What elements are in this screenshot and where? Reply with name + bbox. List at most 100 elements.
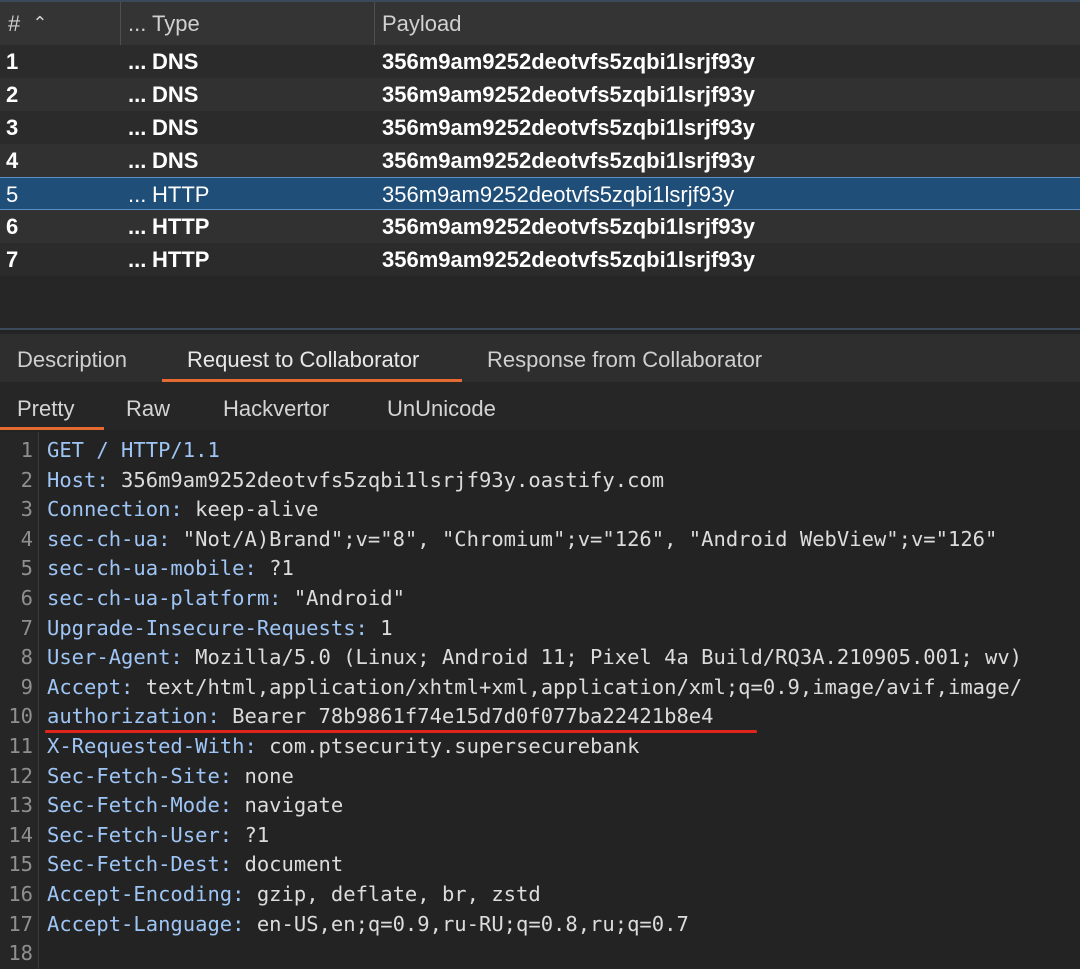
- request-line: 14 Sec-Fetch-User: ?1: [0, 821, 1080, 851]
- row-time-truncated: ...: [128, 214, 147, 239]
- view-tabs: Pretty Raw Hackvertor UnUnicode: [0, 382, 1080, 430]
- table-divider[interactable]: [0, 328, 1080, 330]
- table-row[interactable]: 6... HTTP 356m9am9252deotvfs5zqbi1lsrjf93y: [0, 210, 1080, 243]
- column-header-number[interactable]: # ⌃: [8, 2, 47, 45]
- row-type: HTTP: [152, 182, 210, 207]
- table-row[interactable]: 7... HTTP 356m9am9252deotvfs5zqbi1lsrjf93y: [0, 243, 1080, 276]
- line-number: 8: [20, 645, 33, 670]
- line-content: Accept-Language: en-US,en;q=0.9,ru-RU;q=…: [47, 910, 689, 940]
- line-content: sec-ch-ua-platform: "Android": [47, 584, 405, 614]
- line-number: 16: [8, 882, 33, 906]
- row-number: 4: [6, 148, 19, 173]
- line-number: 1: [20, 438, 33, 462]
- line-content: Host: 356m9am9252deotvfs5zqbi1lsrjf93y.o…: [47, 466, 664, 496]
- row-type: DNS: [152, 82, 199, 107]
- line-content: Upgrade-Insecure-Requests: 1: [47, 614, 393, 644]
- table-row[interactable]: 2... DNS 356m9am9252deotvfs5zqbi1lsrjf93y: [0, 78, 1080, 111]
- request-line: 7 Upgrade-Insecure-Requests: 1: [0, 614, 1080, 644]
- row-type: HTTP: [152, 214, 210, 239]
- line-content: GET / HTTP/1.1: [47, 436, 220, 466]
- row-number: 6: [6, 214, 19, 239]
- header-name: Host:: [47, 467, 109, 492]
- request-line: 1 GET / HTTP/1.1: [0, 436, 1080, 466]
- row-time-truncated: ...: [128, 247, 147, 272]
- sort-ascending-icon[interactable]: ⌃: [32, 13, 47, 33]
- row-payload: 356m9am9252deotvfs5zqbi1lsrjf93y: [382, 49, 755, 74]
- header-value: ?1: [232, 822, 270, 847]
- request-line: 3 Connection: keep-alive: [0, 495, 1080, 525]
- table-row[interactable]: 5... HTTP 356m9am9252deotvfs5zqbi1lsrjf93y: [0, 177, 1080, 210]
- interactions-table: # ⌃ ... Type Payload 1... DNS 356m9am9252d…: [0, 0, 1080, 330]
- request-line: 11 X-Requested-With: com.ptsecurity.super…: [0, 732, 1080, 762]
- row-type: DNS: [152, 49, 199, 74]
- request-line: 15 Sec-Fetch-Dest: document: [0, 850, 1080, 880]
- row-time-truncated: ...: [128, 182, 147, 207]
- detail-tabs: Description Request to Collaborator Resp…: [0, 334, 1080, 382]
- row-payload: 356m9am9252deotvfs5zqbi1lsrjf93y: [382, 148, 755, 173]
- request-line: 16 Accept-Encoding: gzip, deflate, br, zs…: [0, 880, 1080, 910]
- header-value: none: [232, 763, 294, 788]
- header-value: ?1: [256, 556, 294, 581]
- line-number: 17: [8, 911, 33, 936]
- row-payload: 356m9am9252deotvfs5zqbi1lsrjf93y: [382, 214, 755, 239]
- tab-raw[interactable]: Raw: [126, 382, 170, 430]
- line-number: 14: [8, 822, 33, 847]
- row-number: 7: [6, 247, 19, 272]
- header-name: sec-ch-ua-platform:: [47, 586, 282, 610]
- tab-description[interactable]: Description: [17, 334, 127, 382]
- header-name: Sec-Fetch-User:: [47, 822, 233, 847]
- line-number: 13: [8, 793, 33, 818]
- header-name: X-Requested-With:: [47, 734, 257, 758]
- header-name: Accept:: [47, 674, 134, 699]
- header-name: Accept-Language:: [47, 911, 245, 936]
- header-name: sec-ch-ua:: [47, 526, 171, 551]
- tab-request-to-collaborator[interactable]: Request to Collaborator: [187, 334, 419, 382]
- column-separator[interactable]: [374, 2, 375, 45]
- request-line: 13 Sec-Fetch-Mode: navigate: [0, 791, 1080, 821]
- column-header-type[interactable]: Type: [152, 2, 200, 45]
- line-number: 18: [8, 941, 33, 966]
- request-line: 5 sec-ch-ua-mobile: ?1: [0, 554, 1080, 584]
- column-header-time[interactable]: ...: [128, 2, 146, 45]
- table-row[interactable]: 3... DNS 356m9am9252deotvfs5zqbi1lsrjf93y: [0, 111, 1080, 144]
- tab-pretty[interactable]: Pretty: [17, 382, 74, 430]
- row-number: 5: [6, 182, 19, 207]
- table-header: # ⌃ ... Type Payload: [0, 0, 1080, 45]
- column-header-payload[interactable]: Payload: [382, 2, 462, 45]
- header-value: 1: [367, 615, 393, 640]
- header-value: Bearer 78b9861f74e15d7d0f077ba22421b8e4: [219, 704, 714, 729]
- line-content: authorization: Bearer 78b9861f74e15d7d0f…: [47, 702, 713, 732]
- header-value: navigate: [232, 793, 344, 818]
- tab-hackvertor[interactable]: Hackvertor: [223, 382, 329, 430]
- line-content: Connection: keep-alive: [47, 495, 319, 525]
- line-content: X-Requested-With: com.ptsecurity.superse…: [47, 732, 639, 762]
- line-content: Sec-Fetch-Dest: document: [47, 850, 343, 880]
- request-editor[interactable]: 1 GET / HTTP/1.1 2 Host: 356m9am9252deotvfs…: [0, 432, 1080, 969]
- table-row[interactable]: 1... DNS 356m9am9252deotvfs5zqbi1lsrjf93y: [0, 45, 1080, 78]
- header-value: com.ptsecurity.supersecurebank: [256, 734, 640, 758]
- line-number: 2: [20, 467, 33, 492]
- line-number: 3: [20, 497, 33, 522]
- line-content: User-Agent: Mozilla/5.0 (Linux; Android …: [47, 643, 1022, 673]
- row-type: HTTP: [152, 247, 210, 272]
- header-name: Upgrade-Insecure-Requests:: [47, 615, 368, 640]
- row-time-truncated: ...: [128, 148, 147, 173]
- line-number: 6: [20, 586, 33, 610]
- header-name: Sec-Fetch-Mode:: [47, 793, 233, 818]
- tab-response-from-collaborator[interactable]: Response from Collaborator: [487, 334, 762, 382]
- line-number: 7: [20, 615, 33, 640]
- header-value: gzip, deflate, br, zstd: [244, 882, 541, 906]
- tab-ununicode[interactable]: UnUnicode: [387, 382, 496, 430]
- row-payload: 356m9am9252deotvfs5zqbi1lsrjf93y: [382, 182, 735, 207]
- header-value: en-US,en;q=0.9,ru-RU;q=0.8,ru;q=0.7: [244, 911, 689, 936]
- column-separator[interactable]: [120, 2, 121, 45]
- header-value: "Android": [281, 586, 405, 610]
- row-type: DNS: [152, 148, 199, 173]
- column-number-label: #: [8, 11, 21, 36]
- table-row[interactable]: 4... DNS 356m9am9252deotvfs5zqbi1lsrjf93y: [0, 144, 1080, 177]
- header-value: document: [232, 852, 344, 877]
- request-line: 12 Sec-Fetch-Site: none: [0, 762, 1080, 792]
- header-name: Accept-Encoding:: [47, 882, 245, 906]
- line-content: Sec-Fetch-Site: none: [47, 762, 294, 792]
- row-payload: 356m9am9252deotvfs5zqbi1lsrjf93y: [382, 247, 755, 272]
